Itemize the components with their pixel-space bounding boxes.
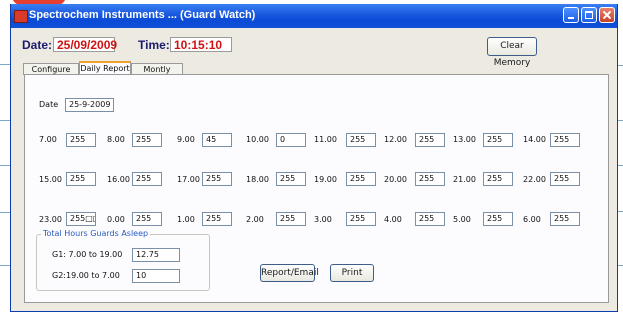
- hour-label: 20.00: [384, 175, 407, 184]
- hour-reading-field[interactable]: 255: [276, 212, 306, 226]
- hour-label: 13.00: [453, 135, 476, 144]
- report-date-field[interactable]: 25-9-2009: [65, 98, 114, 112]
- hour-reading-field[interactable]: 255: [483, 133, 513, 147]
- hour-reading-field[interactable]: 255: [276, 172, 306, 186]
- hour-reading-field[interactable]: 255: [346, 212, 376, 226]
- hour-reading-field[interactable]: 255: [550, 133, 580, 147]
- hour-label: 16.00: [107, 175, 130, 184]
- hour-label: 18.00: [246, 175, 269, 184]
- app-window: Spectrochem Instruments ... (Guard Watch…: [10, 4, 618, 312]
- hour-label: 19.00: [314, 175, 337, 184]
- daily-report-panel: Date 25-9-2009 7.00 255 8.00 255 9.00 45…: [24, 74, 609, 303]
- hour-reading-field[interactable]: 255: [202, 212, 232, 226]
- hour-label: 4.00: [384, 215, 402, 224]
- hour-reading-field[interactable]: 255: [132, 212, 162, 226]
- time-display: 10:15:10: [170, 37, 232, 52]
- hour-reading-field[interactable]: 255: [415, 133, 445, 147]
- hour-label: 0.00: [107, 215, 125, 224]
- hour-reading-field[interactable]: 255: [132, 133, 162, 147]
- hour-label: 5.00: [453, 215, 471, 224]
- hour-reading-field[interactable]: 255: [483, 212, 513, 226]
- print-button[interactable]: Print: [330, 264, 374, 282]
- hour-reading-field[interactable]: 255: [202, 172, 232, 186]
- window-title: Spectrochem Instruments ... (Guard Watch…: [29, 9, 256, 21]
- time-label: Time:: [138, 38, 170, 52]
- tab-daily-report[interactable]: Daily Report: [79, 61, 131, 75]
- hour-reading-field[interactable]: 255: [483, 172, 513, 186]
- close-button[interactable]: [599, 7, 615, 23]
- hour-label: 1.00: [177, 215, 195, 224]
- hour-label: 6.00: [523, 215, 541, 224]
- g2-label: G2:19.00 to 7.00: [52, 271, 120, 280]
- hour-reading-field[interactable]: 45: [202, 133, 232, 147]
- total-hours-group: Total Hours Guards Asleep G1: 7.00 to 19…: [36, 229, 210, 291]
- g2-hours-field[interactable]: 10: [132, 269, 180, 283]
- title-bar[interactable]: Spectrochem Instruments ... (Guard Watch…: [11, 4, 617, 28]
- date-label: Date:: [22, 38, 53, 52]
- hour-label: 23.00: [39, 215, 62, 224]
- hour-label: 9.00: [177, 135, 195, 144]
- clear-memory-button[interactable]: Clear Memory: [487, 37, 537, 68]
- hour-reading-field[interactable]: 255: [415, 212, 445, 226]
- hour-label: 22.00: [523, 175, 546, 184]
- hour-label: 17.00: [177, 175, 200, 184]
- g1-hours-field[interactable]: 12.75: [132, 248, 180, 262]
- hour-reading-field[interactable]: 255: [66, 133, 96, 147]
- hour-reading-field[interactable]: 255: [346, 172, 376, 186]
- hour-label: 15.00: [39, 175, 62, 184]
- report-email-button[interactable]: Report/Email: [260, 264, 319, 282]
- hour-reading-field[interactable]: 255: [346, 133, 376, 147]
- date-display: 25/09/2009: [53, 37, 117, 52]
- hour-reading-field[interactable]: 255: [550, 172, 580, 186]
- hour-label: 3.00: [314, 215, 332, 224]
- hour-reading-field[interactable]: 255: [66, 172, 96, 186]
- maximize-button[interactable]: [581, 7, 597, 23]
- g1-label: G1: 7.00 to 19.00: [52, 250, 123, 259]
- minimize-button[interactable]: [563, 7, 579, 23]
- hour-label: 21.00: [453, 175, 476, 184]
- hour-label: 11.00: [314, 135, 337, 144]
- hour-reading-field[interactable]: 255: [132, 172, 162, 186]
- hour-reading-field[interactable]: 255□□: [66, 212, 96, 226]
- app-icon: [14, 10, 28, 23]
- group-title: Total Hours Guards Asleep: [41, 229, 151, 238]
- hour-reading-field[interactable]: 255: [415, 172, 445, 186]
- hour-label: 14.00: [523, 135, 546, 144]
- report-date-label: Date: [39, 100, 59, 109]
- hour-label: 7.00: [39, 135, 57, 144]
- hour-label: 2.00: [246, 215, 264, 224]
- hour-reading-field[interactable]: 255: [550, 212, 580, 226]
- hour-label: 12.00: [384, 135, 407, 144]
- hour-reading-field[interactable]: 0: [276, 133, 306, 147]
- hour-label: 10.00: [246, 135, 269, 144]
- hour-label: 8.00: [107, 135, 125, 144]
